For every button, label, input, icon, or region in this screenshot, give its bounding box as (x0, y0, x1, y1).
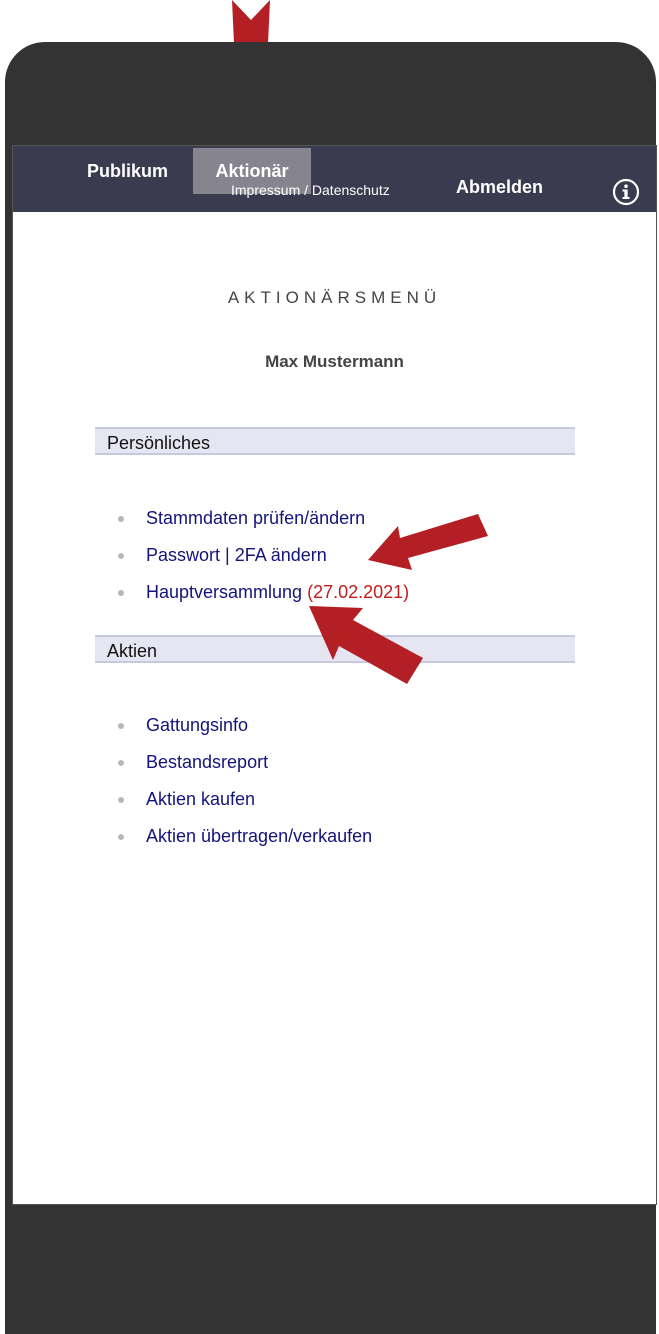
personal-menu-list: Stammdaten prüfen/ändern Passwort | 2FA … (118, 500, 409, 611)
list-item: Aktien übertragen/verkaufen (118, 818, 372, 855)
shares-menu-list: Gattungsinfo Bestandsreport Aktien kaufe… (118, 707, 372, 855)
list-item: Gattungsinfo (118, 707, 372, 744)
general-meeting-label: Hauptversammlung (146, 582, 303, 602)
info-circle-icon[interactable] (612, 178, 640, 206)
general-meeting-date: (27.02.2021) (307, 582, 410, 602)
general-meeting-link[interactable]: Hauptversammlung (27.02.2021) (146, 582, 409, 602)
user-name: Max Mustermann (265, 352, 404, 371)
list-item: Passwort | 2FA ändern (118, 537, 409, 574)
section-header-shares: Aktien (95, 635, 575, 663)
app-screen: Publikum Aktionär Impressum / Datenschut… (12, 145, 657, 1205)
logout-link[interactable]: Abmelden (456, 177, 543, 208)
list-item: Stammdaten prüfen/ändern (118, 500, 409, 537)
list-item: Hauptversammlung (27.02.2021) (118, 574, 409, 611)
list-item: Aktien kaufen (118, 781, 372, 818)
page-title: AKTIONÄRSMENÜ (227, 288, 442, 307)
master-data-link[interactable]: Stammdaten prüfen/ändern (146, 508, 365, 528)
list-item: Bestandsreport (118, 744, 372, 781)
holdings-report-link[interactable]: Bestandsreport (146, 752, 268, 772)
imprint-privacy-link[interactable]: Impressum / Datenschutz (231, 182, 390, 209)
password-2fa-link[interactable]: Passwort | 2FA ändern (146, 545, 327, 565)
transfer-sell-shares-link[interactable]: Aktien übertragen/verkaufen (146, 826, 372, 846)
section-header-personal: Persönliches (95, 427, 575, 455)
top-navigation-bar: Publikum Aktionär Impressum / Datenschut… (13, 146, 656, 212)
buy-shares-link[interactable]: Aktien kaufen (146, 789, 255, 809)
class-info-link[interactable]: Gattungsinfo (146, 715, 248, 735)
tab-public[interactable]: Publikum (65, 148, 190, 194)
